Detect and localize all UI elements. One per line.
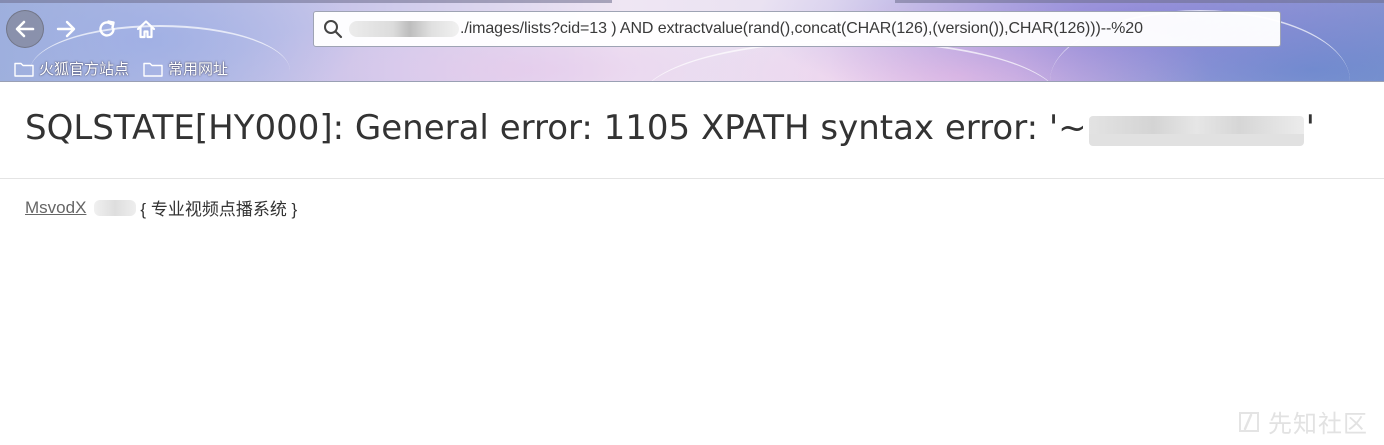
footer-link-msvodx[interactable]: MsvodX xyxy=(25,198,86,218)
redacted-host xyxy=(349,21,459,37)
home-button[interactable] xyxy=(128,11,164,47)
bookmark-label: 火狐官方站点 xyxy=(39,61,130,78)
arrow-left-icon xyxy=(15,20,35,38)
footer: MsvodX { 专业视频点播系统 } xyxy=(25,195,297,220)
divider xyxy=(0,178,1384,179)
bookmarks-bar: 火狐官方站点 常用网址 xyxy=(14,58,228,79)
watermark-text: 先知社区 xyxy=(1268,411,1368,438)
error-title-suffix: ' xyxy=(1305,108,1316,148)
reload-icon xyxy=(99,20,115,37)
reload-button[interactable] xyxy=(89,11,125,47)
arrow-right-icon xyxy=(56,20,76,38)
back-button[interactable] xyxy=(6,10,44,48)
watermark-logo-icon xyxy=(1239,411,1259,432)
folder-icon xyxy=(14,62,34,77)
redacted-version-footer xyxy=(94,199,137,216)
error-title-prefix: SQLSTATE[HY000]: General error: 1105 XPA… xyxy=(25,108,1087,148)
folder-icon xyxy=(143,62,163,77)
address-bar[interactable]: ./images/lists?cid=13 ) AND extractvalue… xyxy=(313,11,1281,47)
tab-strip-edge xyxy=(0,0,612,3)
watermark: 先知社区 xyxy=(1236,404,1368,439)
bookmark-common-sites[interactable]: 常用网址 xyxy=(143,58,228,79)
tab-strip-edge xyxy=(895,0,1384,3)
magnifier-icon xyxy=(323,18,345,40)
error-title: SQLSTATE[HY000]: General error: 1105 XPA… xyxy=(25,108,1315,148)
forward-button[interactable] xyxy=(48,11,84,47)
bookmark-firefox-official[interactable]: 火狐官方站点 xyxy=(14,58,129,79)
redacted-version xyxy=(1088,116,1304,146)
bookmark-label: 常用网址 xyxy=(168,61,229,78)
page-content: SQLSTATE[HY000]: General error: 1105 XPA… xyxy=(0,82,1384,445)
footer-text: { 专业视频点播系统 } xyxy=(140,200,298,219)
home-icon xyxy=(136,20,156,39)
url-text: ./images/lists?cid=13 ) AND extractvalue… xyxy=(460,20,1143,37)
browser-toolbar: ./images/lists?cid=13 ) AND extractvalue… xyxy=(0,0,1384,82)
